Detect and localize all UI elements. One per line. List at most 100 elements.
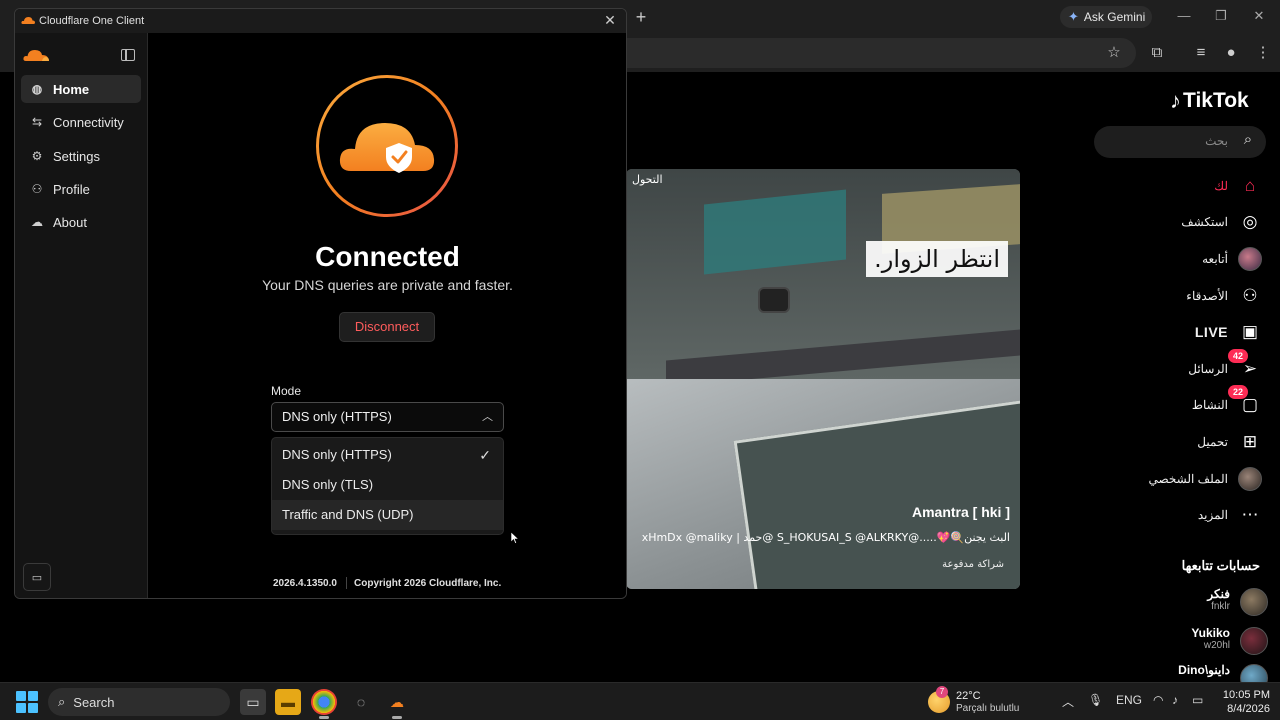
file-explorer-icon[interactable]: ▬ — [275, 689, 301, 715]
weather-text: 22°C Parçalı bulutlu — [956, 690, 1019, 715]
weather-temperature: 22°C — [956, 689, 981, 702]
browser-minimize-button[interactable]: — — [1176, 8, 1192, 23]
nav-label: لك — [1214, 179, 1228, 193]
start-button[interactable] — [16, 691, 38, 713]
nav-label: تحميل — [1197, 435, 1228, 449]
cloud-shield-icon — [339, 123, 435, 173]
mode-select[interactable]: DNS only (HTTPS) ︿ — [271, 402, 504, 432]
mode-option-dns-https[interactable]: DNS only (HTTPS) ✓ — [272, 440, 503, 470]
cloudflare-taskbar-icon[interactable]: ☁ — [384, 689, 410, 719]
weather-icon: 7 — [928, 686, 950, 713]
tiktok-nav-friends[interactable]: الأصدقاء ⚇ — [1186, 283, 1262, 309]
taskbar-search-box[interactable]: ⌕ Search — [48, 688, 230, 716]
tiktok-nav-for-you[interactable]: لك ⌂ — [1214, 173, 1262, 199]
sidebar-item-connectivity[interactable]: ⇆ Connectivity — [21, 108, 141, 136]
sidebar-item-label: Connectivity — [53, 114, 124, 130]
tiktok-nav-following[interactable]: أتابعه — [1202, 246, 1262, 272]
sidebar-item-settings[interactable]: ⚙ Settings — [21, 142, 141, 170]
following-account-text: Dino\داينو — [1178, 663, 1230, 677]
following-account-text: Yukiko w20hl — [1191, 626, 1230, 651]
windows-logo-icon — [28, 703, 38, 713]
gemini-sparkle-icon: ✦ — [1068, 9, 1079, 24]
task-view-icon[interactable]: ▭ — [240, 689, 266, 715]
video-scene-camera — [758, 287, 790, 313]
new-tab-button[interactable]: + — [632, 8, 650, 26]
mode-option-traffic-dns-udp[interactable]: Traffic and DNS (UDP) — [272, 500, 503, 530]
nav-label: أتابعه — [1202, 252, 1228, 266]
sidebar-item-label: Profile — [53, 181, 90, 197]
tiktok-nav-activity[interactable]: النشاط ▢ 22 — [1192, 385, 1262, 418]
connectivity-icon: ⇆ — [31, 115, 43, 129]
following-account[interactable]: فنكر fnklr — [1092, 586, 1272, 618]
browser-menu-icon[interactable]: ⋮ — [1253, 43, 1273, 63]
feedback-button[interactable]: ▭ — [23, 563, 51, 591]
tray-chevron-up-icon[interactable]: ︿ — [1062, 693, 1074, 710]
browser-maximize-button[interactable]: ❐ — [1213, 8, 1229, 24]
following-account[interactable]: Yukiko w20hl — [1092, 625, 1272, 657]
friends-icon: ⚇ — [1242, 286, 1258, 305]
tiktok-logo[interactable]: ♪ TikTok — [1170, 88, 1249, 114]
tiktok-nav-more[interactable]: المزيد ⋯ — [1198, 502, 1262, 528]
tiktok-nav-profile[interactable]: الملف الشخصي — [1148, 466, 1262, 492]
cf-home-panel: Connected Your DNS queries are private a… — [149, 33, 626, 598]
clock-time: 10:05 PM — [1222, 689, 1270, 701]
video-caption: انتظر الزوار. — [866, 241, 1008, 277]
sidebar-item-label: Settings — [53, 148, 100, 164]
browser-close-button[interactable]: ✕ — [1251, 8, 1267, 24]
profile-avatar-icon — [1238, 467, 1262, 491]
mode-dropdown-menu: DNS only (HTTPS) ✓ DNS only (TLS) Traffi… — [271, 437, 504, 535]
search-icon[interactable]: ⌕ — [1238, 131, 1258, 151]
weather-badge: 7 — [936, 686, 948, 698]
mode-option-label: DNS only (TLS) — [282, 477, 374, 492]
microphone-icon[interactable]: 🎙 — [1088, 693, 1103, 707]
sidebar-item-about[interactable]: ☁ About — [21, 208, 141, 236]
window-title: Cloudflare One Client — [39, 15, 145, 27]
video-author[interactable]: Amantra [ hki ] — [912, 504, 1010, 520]
mode-option-dns-tls[interactable]: DNS only (TLS) — [272, 470, 503, 500]
wifi-icon[interactable]: ◠ — [1153, 693, 1163, 707]
window-titlebar[interactable]: Cloudflare One Client ✕ — [15, 9, 626, 33]
app-icon[interactable]: ◌ — [348, 689, 374, 715]
connection-status-subtitle: Your DNS queries are private and faster. — [262, 277, 513, 293]
disconnect-button[interactable]: Disconnect — [339, 312, 435, 342]
tiktok-nav-live[interactable]: LIVE ▣ — [1195, 319, 1262, 345]
taskbar-clock[interactable]: 10:05 PM 8/4/2026 — [1223, 688, 1270, 716]
feedback-icon: ▭ — [31, 571, 43, 584]
account-name: Dino\داينو — [1178, 663, 1230, 677]
bookmark-star-icon[interactable]: ☆ — [1104, 43, 1124, 63]
volume-icon[interactable]: ♪ — [1172, 693, 1178, 707]
copyright-text: Copyright 2026 Cloudflare, Inc. — [354, 578, 502, 589]
person-icon: ⚇ — [31, 182, 43, 196]
messages-badge: 42 — [1228, 349, 1248, 363]
search-icon: ⌕ — [58, 694, 66, 709]
address-bar[interactable] — [560, 38, 1136, 68]
tiktok-nav-messages[interactable]: الرسائل ➢ 42 — [1188, 349, 1262, 382]
nav-label: استكشف — [1181, 215, 1228, 229]
upload-icon: ⊞ — [1242, 432, 1258, 451]
taskbar-search-label: Search — [73, 694, 115, 710]
sidebar-toggle-icon[interactable] — [121, 49, 135, 61]
tiktok-nav-upload[interactable]: تحميل ⊞ — [1197, 429, 1262, 455]
tiktok-search-input[interactable]: بحث ⌕ — [1094, 126, 1266, 158]
sidebar-item-profile[interactable]: ⚇ Profile — [21, 175, 141, 203]
cloudflare-logo-icon — [23, 50, 49, 61]
video-player[interactable]: التحول انتظر الزوار. Amantra [ hki ] الب… — [626, 169, 1020, 589]
language-indicator[interactable]: ENG — [1116, 693, 1142, 707]
profile-avatar-icon[interactable]: ● — [1221, 43, 1241, 63]
extensions-icon[interactable]: ⧉ — [1147, 43, 1167, 63]
mode-selected-value: DNS only (HTTPS) — [282, 409, 392, 424]
media-control-icon[interactable]: ≡ — [1191, 43, 1211, 63]
weather-widget[interactable]: 7 22°C Parçalı bulutlu — [928, 686, 1019, 717]
account-name: فنكر — [1207, 587, 1230, 601]
home-icon: ⌂ — [1244, 176, 1256, 195]
chevron-up-icon: ︿ — [482, 411, 493, 423]
tiktok-nav-explore[interactable]: استكشف ◎ — [1181, 209, 1262, 235]
chrome-icon[interactable] — [311, 689, 337, 719]
battery-icon[interactable]: ▭ — [1192, 693, 1203, 707]
cloudflare-client-window: Cloudflare One Client ✕ ◍ Home ⇆ Connect… — [14, 8, 627, 599]
sidebar-item-home[interactable]: ◍ Home — [21, 75, 141, 103]
ask-gemini-button[interactable]: ✦ Ask Gemini — [1060, 6, 1152, 28]
window-close-button[interactable]: ✕ — [602, 12, 618, 28]
paid-partnership-label: شراكة مدفوعة — [942, 559, 1004, 570]
account-name: Yukiko — [1191, 626, 1230, 640]
